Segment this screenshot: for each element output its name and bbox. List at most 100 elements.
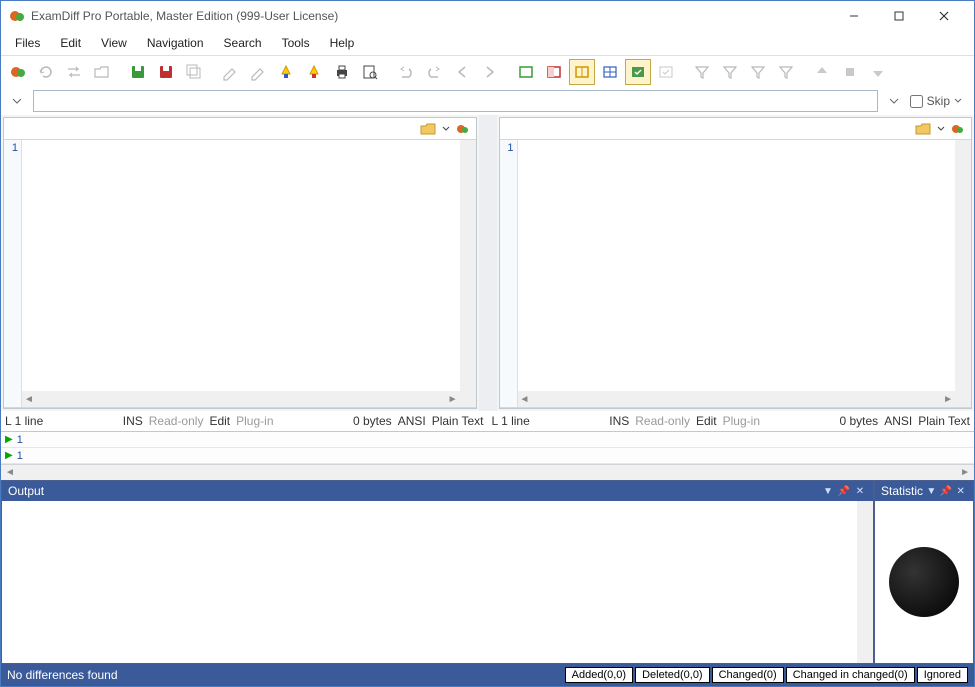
open-folder-icon[interactable]	[420, 122, 436, 136]
view-single-icon[interactable]	[513, 59, 539, 85]
menu-edit[interactable]: Edit	[52, 33, 89, 53]
pin-icon[interactable]: 📌	[940, 484, 953, 498]
address-history-icon[interactable]	[884, 91, 904, 111]
status-readonly: Read-only	[635, 414, 690, 428]
right-pane-header	[500, 118, 972, 140]
stats-title: Statistic	[881, 484, 923, 498]
filter1-icon[interactable]	[689, 59, 715, 85]
status-edit[interactable]: Edit	[696, 414, 717, 428]
chevron-down-icon[interactable]	[442, 125, 450, 133]
status-type: Plain Text	[432, 414, 484, 428]
right-pane-status: L 1 line INS Read-only Edit Plug-in 0 by…	[488, 411, 975, 431]
status-edit[interactable]: Edit	[209, 414, 230, 428]
diff-line[interactable]: ▶1	[1, 448, 974, 464]
menu-search[interactable]: Search	[216, 33, 270, 53]
output-body[interactable]	[2, 501, 873, 663]
compare-icon[interactable]	[456, 122, 470, 136]
diff-summary: ▶1 ▶1	[1, 431, 974, 464]
panel-menu-icon[interactable]: ▼	[821, 484, 835, 498]
edit-right-icon[interactable]	[245, 59, 271, 85]
stop-icon[interactable]	[837, 59, 863, 85]
status-bytes: 0 bytes	[353, 414, 392, 428]
compare-icon[interactable]	[951, 122, 965, 136]
address-input[interactable]	[33, 90, 878, 112]
view-left-icon[interactable]	[541, 59, 567, 85]
menu-tools[interactable]: Tools	[274, 33, 318, 53]
line-number: 1	[500, 142, 514, 154]
badge-changed-in-changed[interactable]: Changed in changed(0)	[786, 667, 915, 683]
next-diff-icon[interactable]	[477, 59, 503, 85]
left-vscroll[interactable]	[460, 140, 476, 407]
minimize-button[interactable]	[831, 1, 876, 31]
skip-checkbox[interactable]: Skip	[910, 94, 968, 108]
splitter[interactable]	[479, 115, 497, 411]
left-pane: 1 ◄►	[3, 117, 477, 409]
menu-files[interactable]: Files	[7, 33, 48, 53]
chevron-down-icon[interactable]	[937, 125, 945, 133]
status-enc: ANSI	[884, 414, 912, 428]
stats-pie-icon	[889, 547, 959, 617]
stats-panel-header: Statistic ▼ 📌 ✕	[875, 481, 973, 501]
prev-diff-icon[interactable]	[449, 59, 475, 85]
skip-check-input[interactable]	[910, 95, 923, 108]
address-dropdown-icon[interactable]	[7, 91, 27, 111]
edit-left-icon[interactable]	[217, 59, 243, 85]
badge-ignored[interactable]: Ignored	[917, 667, 968, 683]
panel-menu-icon[interactable]: ▼	[925, 484, 938, 498]
status-bytes: 0 bytes	[839, 414, 878, 428]
pin-icon[interactable]: 📌	[837, 484, 851, 498]
window-title: ExamDiff Pro Portable, Master Edition (9…	[31, 9, 831, 23]
open-icon[interactable]	[89, 59, 115, 85]
output-vscroll[interactable]	[857, 501, 873, 663]
filter4-icon[interactable]	[773, 59, 799, 85]
horizontal-scrollbar[interactable]: ◄►	[1, 464, 974, 480]
preview-icon[interactable]	[357, 59, 383, 85]
left-content[interactable]: ◄►	[22, 140, 460, 407]
save-right-icon[interactable]	[153, 59, 179, 85]
up-icon[interactable]	[809, 59, 835, 85]
badge-deleted[interactable]: Deleted(0,0)	[635, 667, 710, 683]
view-split-icon[interactable]	[569, 59, 595, 85]
maximize-button[interactable]	[876, 1, 921, 31]
main-toolbar	[1, 55, 974, 87]
status-line: L 1 line	[5, 414, 43, 428]
right-hscroll[interactable]: ◄►	[518, 391, 956, 407]
filter2-icon[interactable]	[717, 59, 743, 85]
print-icon[interactable]	[329, 59, 355, 85]
highlight-left-icon[interactable]	[273, 59, 299, 85]
close-button[interactable]	[921, 1, 966, 31]
menu-view[interactable]: View	[93, 33, 135, 53]
badge-changed[interactable]: Changed(0)	[712, 667, 784, 683]
right-pane: 1 ◄►	[499, 117, 973, 409]
diff-line-num: 1	[17, 434, 23, 446]
view-sync-icon[interactable]	[625, 59, 651, 85]
open-folder-icon[interactable]	[915, 122, 931, 136]
compare-icon[interactable]	[5, 59, 31, 85]
redo-icon[interactable]	[421, 59, 447, 85]
right-content[interactable]: ◄►	[518, 140, 956, 407]
save-left-icon[interactable]	[125, 59, 151, 85]
undo-icon[interactable]	[393, 59, 419, 85]
status-ins: INS	[609, 414, 629, 428]
check-icon[interactable]	[653, 59, 679, 85]
menu-navigation[interactable]: Navigation	[139, 33, 212, 53]
panel-close-icon[interactable]: ✕	[954, 484, 967, 498]
diff-line[interactable]: ▶1	[1, 432, 974, 448]
view-grid-icon[interactable]	[597, 59, 623, 85]
recompare-icon[interactable]	[61, 59, 87, 85]
status-plugin: Plug-in	[236, 414, 273, 428]
status-type: Plain Text	[918, 414, 970, 428]
title-bar: ExamDiff Pro Portable, Master Edition (9…	[1, 1, 974, 31]
filter3-icon[interactable]	[745, 59, 771, 85]
save-all-icon[interactable]	[181, 59, 207, 85]
output-panel-header: Output ▼ 📌 ✕	[2, 481, 873, 501]
badge-added[interactable]: Added(0,0)	[565, 667, 633, 683]
refresh-icon[interactable]	[33, 59, 59, 85]
down-icon[interactable]	[865, 59, 891, 85]
right-vscroll[interactable]	[955, 140, 971, 407]
menu-help[interactable]: Help	[322, 33, 363, 53]
status-message: No differences found	[7, 668, 563, 682]
left-hscroll[interactable]: ◄►	[22, 391, 460, 407]
highlight-right-icon[interactable]	[301, 59, 327, 85]
panel-close-icon[interactable]: ✕	[853, 484, 867, 498]
